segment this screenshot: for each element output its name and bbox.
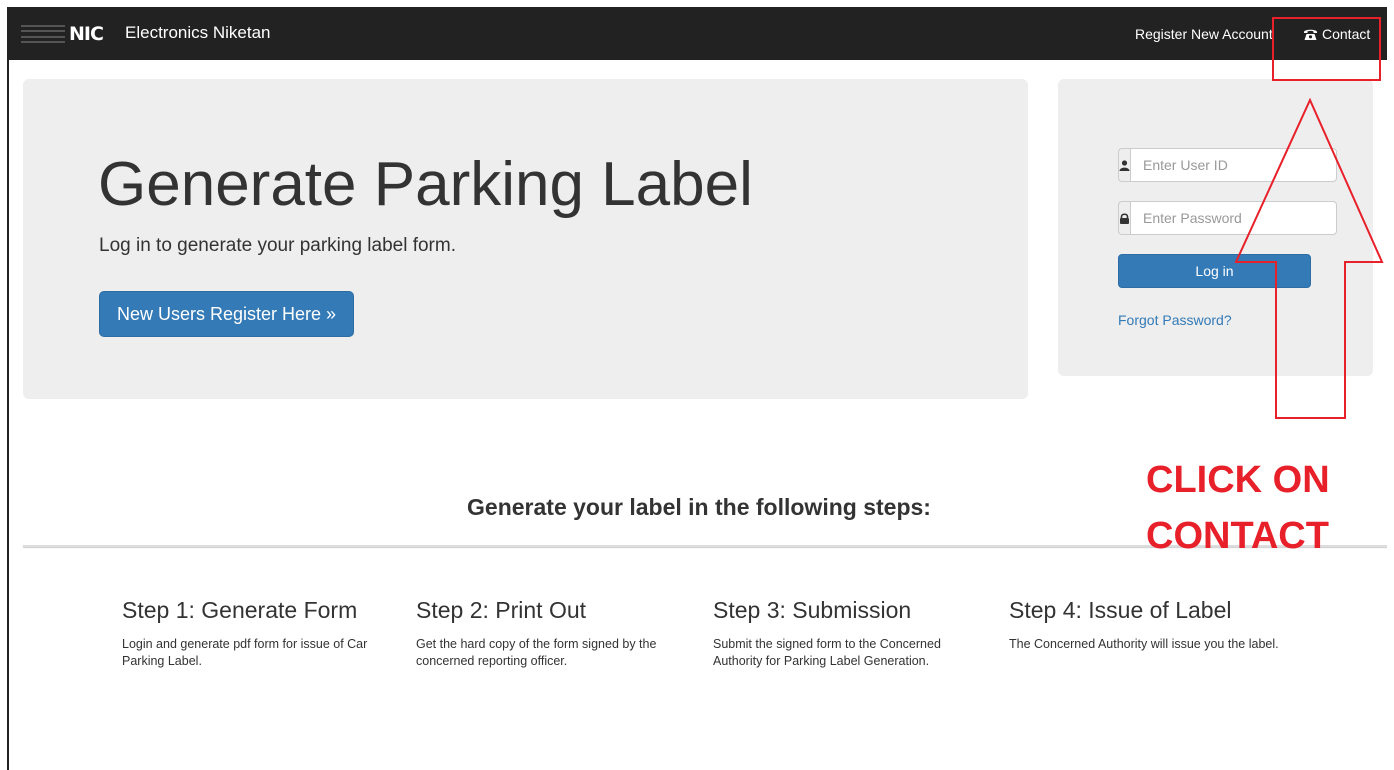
annotation-line-2: CONTACT bbox=[1146, 515, 1329, 557]
annotation-arrow-icon bbox=[1234, 97, 1384, 419]
annotation-text: CLICK ON CONTACT bbox=[1146, 452, 1376, 564]
annotation-line-1: CLICK ON bbox=[1146, 459, 1330, 501]
